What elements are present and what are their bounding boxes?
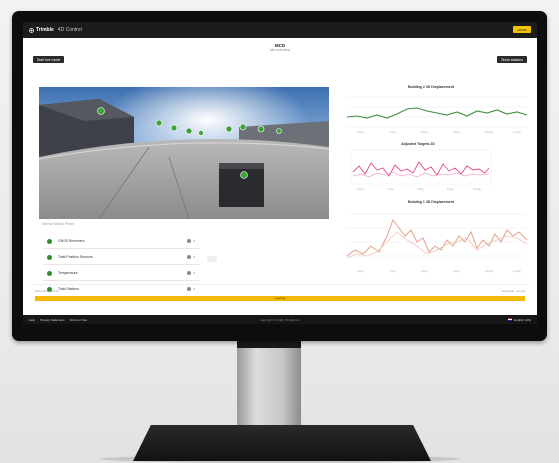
svg-text:8 Aug: 8 Aug [417, 188, 424, 191]
svg-text:11 Aug: 11 Aug [513, 270, 521, 273]
sensor-row-gnss[interactable]: GNSS Receivers ▾ [43, 234, 199, 249]
target-marker [276, 128, 282, 134]
svg-text:9 Aug: 9 Aug [453, 131, 460, 134]
sensor-label: GNSS Receivers [58, 239, 85, 243]
target-marker [239, 123, 247, 131]
svg-text:6 Aug: 6 Aug [357, 131, 364, 134]
sensor-options[interactable]: ▾ [187, 239, 195, 243]
sensor-panel-caption: Sensor Status Panel [42, 222, 74, 226]
flag-icon [508, 318, 513, 321]
progress-bar-text: Loading [274, 296, 286, 300]
status-ok-icon [47, 254, 52, 260]
target-marker [240, 171, 248, 179]
chevron-down-icon: ▾ [193, 271, 195, 275]
progress-right-label: Schedule: normal [501, 289, 525, 293]
svg-text:10 Aug: 10 Aug [485, 270, 493, 273]
settings-icon [187, 239, 192, 243]
settings-icon [187, 255, 192, 259]
svg-text:10 Aug: 10 Aug [485, 131, 493, 134]
chart-building-1[interactable]: Building 1 3D Displacement 6 Aug 7 Aug 8 A… [333, 200, 529, 280]
footer-link-privacy[interactable]: Privacy Statement [40, 318, 64, 322]
footer-links: Help Privacy Statement Terms of Use [29, 318, 87, 322]
sensor-label: Total Position Sensors [58, 255, 93, 259]
footer-copyright: Copyright © 2018, Trimble Inc. [259, 317, 301, 322]
action-bar: Start live mode Show stations [23, 56, 537, 66]
chart-plot: 6 Aug 7 Aug 8 Aug 9 Aug 10 Aug 11 Aug [346, 96, 528, 134]
settings-icon [187, 271, 192, 275]
sensor-row-position[interactable]: Total Position Sensors ▾ [43, 250, 199, 265]
chart-title: Building 1 3D Displacement [407, 200, 455, 204]
svg-text:10 Aug: 10 Aug [473, 188, 481, 191]
footer-link-help[interactable]: Help [29, 318, 35, 322]
sensor-options[interactable]: ▾ [187, 271, 195, 275]
progress-left-label: Schedule: normal [35, 289, 59, 293]
svg-text:9 Aug: 9 Aug [453, 270, 460, 273]
brand-logo[interactable]: Trimble [29, 27, 54, 33]
target-marker [225, 125, 233, 133]
progress-section: Schedule: normal Schedule: normal Loadin… [31, 284, 529, 306]
trimble-logo-icon [29, 27, 34, 33]
app-name: 4D Control [57, 27, 82, 33]
panel-toggle[interactable] [207, 256, 217, 262]
target-marker [198, 130, 204, 136]
chevron-down-icon: ▾ [193, 255, 195, 259]
monitor-screen: Trimble 4D Control ADMIN MCD site overvi… [23, 22, 537, 324]
target-marker [97, 107, 105, 115]
svg-text:7 Aug: 7 Aug [389, 270, 396, 273]
target-marker [185, 127, 193, 135]
svg-text:7 Aug: 7 Aug [387, 188, 394, 191]
status-ok-icon [47, 238, 52, 244]
sensor-label: Temperature [58, 271, 78, 275]
sensor-row-temperature[interactable]: Temperature ▾ [43, 266, 199, 281]
site-camera-panorama[interactable] [39, 87, 329, 219]
monitor-stand-neck [237, 341, 301, 431]
user-badge[interactable]: ADMIN [513, 26, 531, 33]
show-stations-button[interactable]: Show stations [497, 56, 527, 63]
footer-link-terms[interactable]: Terms of Use [70, 318, 88, 322]
svg-text:8 Aug: 8 Aug [421, 270, 428, 273]
app-topbar: Trimble 4D Control ADMIN [23, 22, 537, 38]
status-ok-icon [47, 270, 52, 276]
chart-plot: 6 Aug 7 Aug 8 Aug 9 Aug 10 Aug 11 Aug [346, 213, 528, 273]
monitor-stand-base [133, 425, 431, 461]
brand-name: Trimble [36, 27, 54, 33]
language-label: English (US) [514, 317, 531, 322]
target-marker [170, 124, 178, 132]
svg-text:8 Aug: 8 Aug [421, 131, 428, 134]
chart-plot: 6 Aug 7 Aug 8 Aug 9 Aug 10 Aug [350, 149, 492, 191]
monitor-stand-neck-top [237, 341, 301, 348]
chevron-down-icon: ▾ [193, 239, 195, 243]
sensor-options[interactable]: ▾ [187, 255, 195, 259]
language-selector[interactable]: English (US) [508, 318, 531, 322]
svg-text:6 Aug: 6 Aug [357, 188, 364, 191]
svg-text:7 Aug: 7 Aug [389, 131, 396, 134]
svg-text:11 Aug: 11 Aug [513, 131, 521, 134]
progress-bar: Loading [35, 296, 525, 301]
project-subtitle: site overview [269, 48, 291, 52]
chart-title: Adjusted Targets 2D [401, 142, 435, 146]
panorama-image [39, 87, 329, 219]
target-marker [155, 119, 163, 127]
chart-building-2[interactable]: Building 2 2D Displacement 6 Aug 7 Aug 8 A… [333, 85, 529, 137]
svg-text:9 Aug: 9 Aug [447, 188, 454, 191]
start-live-mode-button[interactable]: Start live mode [33, 56, 65, 63]
svg-text:6 Aug: 6 Aug [357, 270, 364, 273]
project-header: MCD site overview [23, 38, 537, 56]
target-marker [257, 125, 265, 133]
chart-title: Building 2 2D Displacement [407, 85, 455, 89]
chart-adjusted-targets[interactable]: Adjusted Targets 2D 6 Aug 7 Aug 8 Aug 9 Au… [343, 142, 493, 194]
app-footer: Help Privacy Statement Terms of Use Copy… [23, 315, 537, 324]
